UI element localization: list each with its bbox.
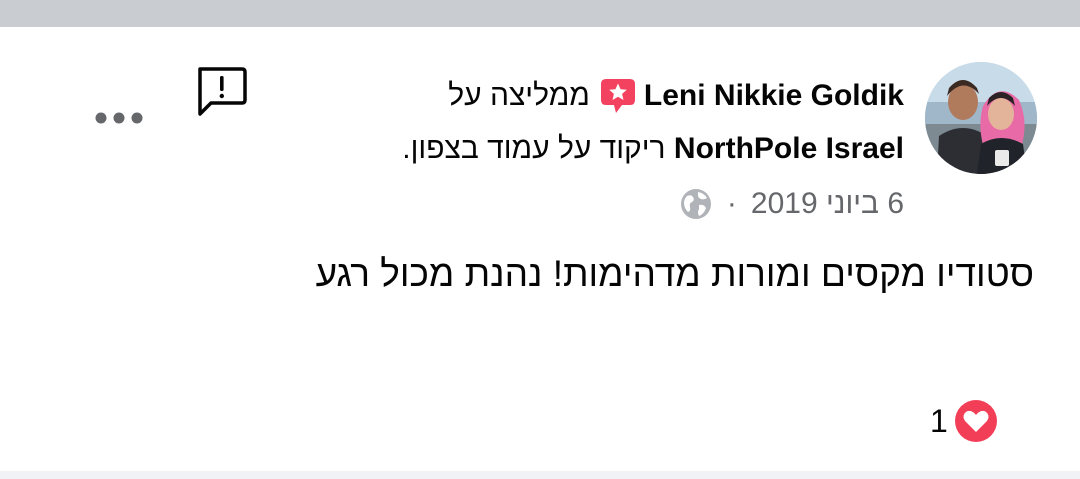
avatar[interactable]	[925, 62, 1037, 174]
page-description: ריקוד על עמוד בצפון.	[402, 132, 666, 165]
author-name[interactable]: Leni Nikkie Goldik	[644, 79, 904, 113]
recommends-text: ממליצה על	[448, 79, 590, 112]
more-options-icon[interactable]	[94, 108, 144, 128]
report-icon[interactable]	[194, 65, 248, 119]
meta-separator: ·	[726, 187, 737, 220]
page-line: NorthPole Israel ריקוד על עמוד בצפון.	[402, 128, 904, 170]
page-name-link[interactable]: NorthPole Israel	[674, 132, 904, 165]
avatar-photo	[925, 62, 1037, 174]
post-date[interactable]: 6 ביוני 2019	[751, 187, 904, 221]
post-header: Leni Nikkie Goldik ממליצה על	[448, 74, 904, 118]
post-meta: 6 ביוני 2019 ·	[679, 184, 904, 224]
recommendation-star-icon	[598, 76, 638, 116]
reaction-count: 1	[930, 402, 948, 439]
post-text: סטודיו מקסים ומורות מדהימות! נהנת מכול ר…	[315, 253, 1034, 294]
top-divider	[0, 0, 1080, 27]
globe-icon	[679, 187, 713, 221]
reactions-summary[interactable]: 1	[930, 398, 998, 444]
bottom-divider	[0, 471, 1080, 479]
heart-reaction-icon	[954, 399, 998, 443]
